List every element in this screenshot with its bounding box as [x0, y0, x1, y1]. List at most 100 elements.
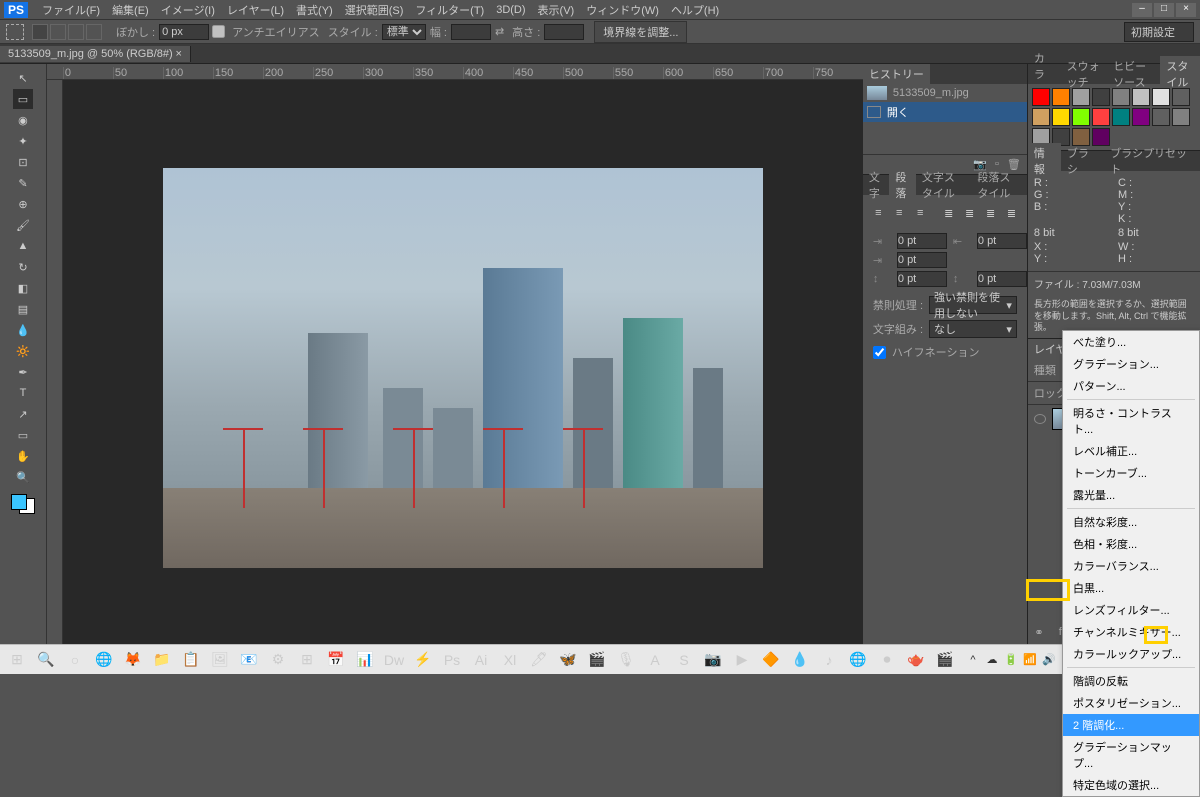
style-swatch[interactable] [1172, 88, 1190, 106]
close-tab-icon[interactable]: × [175, 48, 181, 60]
eraser-tool[interactable]: ◧ [13, 278, 33, 298]
taskbar-app-icon[interactable]: 📷 [700, 647, 726, 673]
taskbar-app-icon[interactable]: 🦋 [555, 647, 581, 673]
justify-center-icon[interactable]: ≣ [960, 203, 979, 223]
brush-tab[interactable]: ブラシ [1061, 143, 1104, 179]
menu-edit[interactable]: 編集(E) [106, 0, 155, 20]
taskbar-app-icon[interactable]: 📊 [352, 647, 378, 673]
taskbar-app-icon[interactable]: 📋 [178, 647, 204, 673]
ctx-item[interactable]: 特定色域の選択... [1063, 774, 1199, 796]
menu-view[interactable]: 表示(V) [532, 0, 581, 20]
ctx-item[interactable]: グラデーション... [1063, 353, 1199, 375]
lasso-tool[interactable]: ◉ [13, 110, 33, 130]
wand-tool[interactable]: ✦ [13, 131, 33, 151]
brush-preset-tab[interactable]: ブラシプリセット [1104, 143, 1200, 179]
ctx-item[interactable]: グラデーションマップ... [1063, 736, 1199, 774]
taskbar-app-icon[interactable]: 🖼 [207, 647, 233, 673]
align-left-icon[interactable]: ≡ [869, 203, 888, 223]
ctx-item[interactable]: ポスタリゼーション... [1063, 692, 1199, 714]
menu-window[interactable]: ウィンドウ(W) [580, 0, 665, 20]
ctx-item[interactable]: パターン... [1063, 375, 1199, 397]
foreground-color[interactable] [11, 494, 27, 510]
history-source[interactable]: 5133509_m.jpg [863, 84, 1027, 102]
maximize-button[interactable]: □ [1154, 3, 1174, 17]
taskbar-app-icon[interactable]: Xl [497, 647, 523, 673]
taskbar-app-icon[interactable]: 🌐 [91, 647, 117, 673]
style-swatch[interactable] [1152, 88, 1170, 106]
taskbar-app-icon[interactable]: Ai [468, 647, 494, 673]
ctx-item[interactable]: カラーバランス... [1063, 555, 1199, 577]
visibility-icon[interactable] [1034, 414, 1046, 424]
ctx-item[interactable]: べた塗り... [1063, 331, 1199, 353]
taskbar-app-icon[interactable]: 📅 [323, 647, 349, 673]
align-center-icon[interactable]: ≡ [890, 203, 909, 223]
taskbar-app-icon[interactable]: 🦊 [120, 647, 146, 673]
refine-edge-button[interactable]: 境界線を調整... [594, 21, 687, 43]
taskbar-app-icon[interactable]: 🎙 [613, 647, 639, 673]
taskbar-app-icon[interactable]: ○ [62, 647, 88, 673]
ctx-item[interactable]: 白黒... [1063, 577, 1199, 599]
color-swatches[interactable] [11, 494, 35, 514]
taskbar-app-icon[interactable]: 🖊 [526, 647, 552, 673]
style-swatch[interactable] [1032, 108, 1050, 126]
clone-tab[interactable]: ヒビーソース [1107, 56, 1160, 92]
ctx-item[interactable]: 色相・彩度... [1063, 533, 1199, 555]
taskbar-app-icon[interactable]: 📁 [149, 647, 175, 673]
history-brush-tool[interactable]: ↻ [13, 257, 33, 277]
stamp-tool[interactable]: ▲ [13, 236, 33, 256]
taskbar-app-icon[interactable]: Ps [439, 647, 465, 673]
style-swatch[interactable] [1052, 108, 1070, 126]
style-swatch[interactable] [1092, 88, 1110, 106]
tray-icon[interactable]: ^ [965, 652, 981, 668]
minimize-button[interactable]: – [1132, 3, 1152, 17]
dodge-tool[interactable]: 🔆 [13, 341, 33, 361]
taskbar-app-icon[interactable]: 🎬 [932, 647, 958, 673]
close-button[interactable]: × [1176, 3, 1196, 17]
taskbar-app-icon[interactable]: 🫖 [903, 647, 929, 673]
ctx-item[interactable]: 2 階調化... [1063, 714, 1199, 736]
ctx-item[interactable]: 露光量... [1063, 484, 1199, 506]
indent-right-input[interactable] [977, 233, 1027, 249]
zoom-tool[interactable]: 🔍 [13, 467, 33, 487]
parastyle-tab[interactable]: 段落スタイル [971, 167, 1027, 203]
taskbar-app-icon[interactable]: 🌐 [845, 647, 871, 673]
styles-tab[interactable]: スタイル [1160, 56, 1200, 92]
style-swatch[interactable] [1132, 108, 1150, 126]
taskbar-app-icon[interactable]: 🔶 [758, 647, 784, 673]
canvas[interactable] [63, 80, 863, 656]
workspace-selector[interactable]: 初期設定 [1124, 22, 1194, 42]
taskbar-app-icon[interactable]: 💧 [787, 647, 813, 673]
style-swatch[interactable] [1072, 108, 1090, 126]
taskbar-app-icon[interactable]: ⊞ [294, 647, 320, 673]
style-swatch[interactable] [1112, 88, 1130, 106]
crop-tool[interactable]: ⊡ [13, 152, 33, 172]
tray-icon[interactable]: 🔊 [1041, 652, 1057, 668]
align-right-icon[interactable]: ≡ [911, 203, 930, 223]
swatch-tab[interactable]: スウォッチ [1061, 56, 1108, 92]
taskbar-app-icon[interactable]: 🎬 [584, 647, 610, 673]
style-swatch[interactable] [1032, 88, 1050, 106]
menu-image[interactable]: イメージ(I) [155, 0, 221, 20]
style-swatch[interactable] [1132, 88, 1150, 106]
shape-tool[interactable]: ▭ [13, 425, 33, 445]
taskbar-app-icon[interactable]: S [671, 647, 697, 673]
first-line-input[interactable] [897, 252, 947, 268]
history-tab[interactable]: ヒストリー [863, 64, 930, 84]
document-tab[interactable]: 5133509_m.jpg @ 50% (RGB/8#) × [0, 46, 191, 62]
taskbar-app-icon[interactable]: 📧 [236, 647, 262, 673]
path-tool[interactable]: ↗ [13, 404, 33, 424]
menu-filter[interactable]: フィルター(T) [409, 0, 490, 20]
tray-icon[interactable]: 🔋 [1003, 652, 1019, 668]
justify-left-icon[interactable]: ≣ [939, 203, 958, 223]
ctx-item[interactable]: カラールックアップ... [1063, 643, 1199, 665]
style-select[interactable]: 標準 [382, 24, 426, 40]
brush-tool[interactable]: 🖌 [13, 215, 33, 235]
ctx-item[interactable]: レベル補正... [1063, 440, 1199, 462]
hand-tool[interactable]: ✋ [13, 446, 33, 466]
move-tool[interactable]: ↖ [13, 68, 33, 88]
style-swatch[interactable] [1152, 108, 1170, 126]
menu-3d[interactable]: 3D(D) [490, 2, 531, 18]
hyphenation-checkbox[interactable] [873, 346, 886, 359]
history-step[interactable]: 開く [863, 102, 1027, 122]
pen-tool[interactable]: ✒ [13, 362, 33, 382]
